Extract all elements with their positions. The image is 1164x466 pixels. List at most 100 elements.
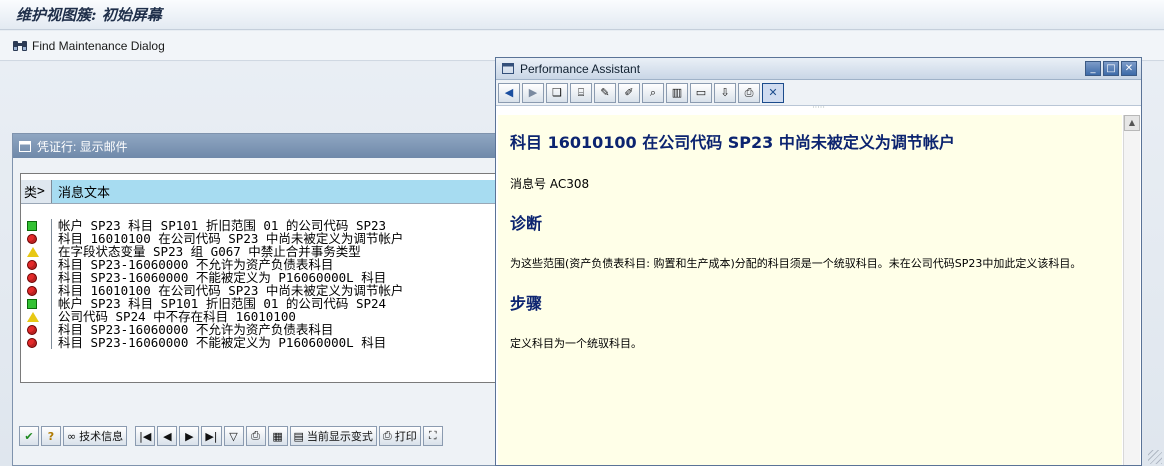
message-text: 科目 16010100 在公司代码 SP23 中尚未被定义为调节帐户: [58, 284, 404, 297]
table-of-contents-button[interactable]: ▥: [666, 82, 688, 103]
filter-icon: ▽: [229, 429, 238, 443]
window-controls: _ □ ✕: [1085, 61, 1137, 76]
message-text: 帐户 SP23 科目 SP101 折旧范围 01 的公司代码 SP24: [58, 297, 387, 310]
first-page-icon: |◀: [139, 429, 152, 443]
message-table-header: 类 > 消息文本: [21, 180, 499, 204]
window-menu-icon[interactable]: [502, 63, 514, 74]
exit-icon: ✕: [768, 86, 778, 99]
search-button[interactable]: ⌕: [642, 82, 664, 103]
find-maintenance-dialog-label: Find Maintenance Dialog: [32, 38, 165, 53]
table-row[interactable]: 科目 SP23-16060000 不允许为资产负债表科目: [21, 323, 499, 336]
next-page-button[interactable]: ▶: [179, 426, 200, 446]
help-content: 科目 16010100 在公司代码 SP23 中尚未被定义为调节帐户 消息号 A…: [498, 115, 1122, 465]
technical-info-button[interactable]: ∞ 技术信息: [63, 426, 128, 446]
layout-select-icon: ▤: [293, 429, 304, 443]
close-icon[interactable]: ✕: [1121, 61, 1137, 76]
column-header-type[interactable]: 类 >: [21, 180, 52, 203]
red-status-icon: [27, 285, 37, 296]
notes-button[interactable]: ✐: [618, 82, 640, 103]
window-title-bar: 维护视图簇: 初始屏幕: [0, 0, 1164, 30]
forward-button[interactable]: ▶: [522, 82, 544, 103]
print-preview-button[interactable]: ⎙: [245, 426, 266, 446]
previous-page-button[interactable]: ◀: [157, 426, 178, 446]
table-row[interactable]: 公司代码 SP24 中不存在科目 16010100: [21, 310, 499, 323]
technical-info-button[interactable]: ⌸: [570, 82, 592, 103]
procedure-heading: 步骤: [510, 294, 543, 313]
table-row[interactable]: 帐户 SP23 科目 SP101 折旧范围 01 的公司代码 SP23: [21, 219, 499, 232]
window-title: 维护视图簇: 初始屏幕: [16, 6, 162, 24]
resize-grip-icon[interactable]: [1148, 450, 1162, 464]
find-button[interactable]: ⛶: [422, 426, 443, 446]
printer-icon: ⎙: [251, 429, 260, 442]
vertical-scrollbar[interactable]: ▲: [1123, 115, 1140, 465]
performance-assistant-title: Performance Assistant: [520, 61, 641, 76]
binoculars-icon: [13, 40, 27, 51]
help-button[interactable]: ?: [41, 426, 61, 446]
message-log-toolbar: ✔ ? ∞ 技术信息 |◀ ◀ ▶ ▶| ▽ ⎙ ▦ ▤ 当前显示变式 ⎙ 打印…: [19, 425, 443, 447]
print-button[interactable]: ⎙ 打印: [378, 426, 421, 446]
notes-icon: ✐: [624, 86, 634, 99]
table-row[interactable]: 科目 16010100 在公司代码 SP23 中尚未被定义为调节帐户: [21, 232, 499, 245]
column-header-message[interactable]: 消息文本: [52, 180, 499, 203]
red-status-icon: [27, 259, 37, 270]
message-log-title-bar[interactable]: 凭证行: 显示邮件: [13, 134, 501, 158]
book-icon: ❑: [552, 86, 562, 99]
message-text: 帐户 SP23 科目 SP101 折旧范围 01 的公司代码 SP23: [58, 219, 387, 232]
table-row[interactable]: 帐户 SP23 科目 SP101 折旧范围 01 的公司代码 SP24: [21, 297, 499, 310]
filter-button[interactable]: ▽: [223, 426, 244, 446]
green-status-icon: [27, 220, 37, 231]
toolbar-grip[interactable]: ·····: [496, 104, 1141, 112]
last-page-button[interactable]: ▶|: [201, 426, 222, 446]
contents-icon: ▥: [671, 86, 683, 99]
current-layout-label: 当前显示变式: [306, 430, 373, 443]
message-text: 在字段状态变量 SP23 组 G067 中禁止合并事务类型: [58, 245, 361, 258]
display-settings-button[interactable]: ▭: [690, 82, 712, 103]
message-log-dialog: 凭证行: 显示邮件 类 > 消息文本 帐户 SP23 科目 SP101 折旧范围 …: [12, 133, 502, 466]
table-row[interactable]: 科目 SP23-16060000 不允许为资产负债表科目: [21, 258, 499, 271]
maximize-icon[interactable]: □: [1103, 61, 1119, 76]
glasses-icon: ∞: [67, 429, 77, 443]
window-menu-icon[interactable]: [19, 140, 31, 152]
binoculars-icon: ⌕: [649, 85, 657, 99]
current-layout-button[interactable]: ▤ 当前显示变式: [289, 426, 377, 446]
structure-icon: ⌸: [577, 85, 585, 99]
table-row[interactable]: 科目 SP23-16060000 不能被定义为 P16060000L 科目: [21, 271, 499, 284]
save-button[interactable]: ⇩: [714, 82, 736, 103]
last-page-icon: ▶|: [205, 429, 218, 443]
diagnosis-heading: 诊断: [510, 214, 543, 233]
table-row[interactable]: 在字段状态变量 SP23 组 G067 中禁止合并事务类型: [21, 245, 499, 258]
previous-page-icon: ◀: [163, 429, 172, 443]
message-heading: 科目 16010100 在公司代码 SP23 中尚未被定义为调节帐户: [510, 133, 955, 152]
monitor-icon: ▭: [695, 86, 707, 99]
performance-assistant-title-bar[interactable]: Performance Assistant _ □ ✕: [496, 58, 1141, 80]
glossary-button[interactable]: ❑: [546, 82, 568, 103]
print-label: 打印: [394, 430, 417, 443]
continue-button[interactable]: ✔: [19, 426, 39, 446]
table-row[interactable]: 科目 SP23-16060000 不能被定义为 P16060000L 科目: [21, 336, 499, 349]
first-page-button[interactable]: |◀: [135, 426, 156, 446]
print-icon: ⎙: [382, 429, 392, 442]
print-button[interactable]: ⎙: [738, 82, 760, 103]
red-status-icon: [27, 272, 37, 283]
scroll-up-icon[interactable]: ▲: [1124, 115, 1140, 131]
back-button[interactable]: ◀: [498, 82, 520, 103]
message-text: 科目 SP23-16060000 不允许为资产负债表科目: [58, 323, 334, 336]
pencil-icon: ✎: [600, 86, 610, 99]
table-row[interactable]: 科目 16010100 在公司代码 SP23 中尚未被定义为调节帐户: [21, 284, 499, 297]
change-layout-button[interactable]: ▦: [267, 426, 288, 446]
find-maintenance-dialog-button[interactable]: Find Maintenance Dialog: [12, 39, 165, 53]
print-icon: ⎙: [744, 85, 754, 99]
binoculars-icon: ⛶: [428, 429, 437, 442]
layout-icon: ▦: [272, 429, 283, 443]
message-number: 消息号 AC308: [510, 177, 590, 191]
edit-button[interactable]: ✎: [594, 82, 616, 103]
exit-button[interactable]: ✕: [762, 82, 784, 103]
message-text: 公司代码 SP24 中不存在科目 16010100: [58, 310, 296, 323]
minimize-icon[interactable]: _: [1085, 61, 1101, 76]
yellow-warning-icon: [27, 311, 39, 322]
message-text: 科目 16010100 在公司代码 SP23 中尚未被定义为调节帐户: [58, 232, 404, 245]
help-icon: ?: [47, 429, 55, 443]
message-text: 科目 SP23-16060000 不能被定义为 P16060000L 科目: [58, 336, 387, 349]
performance-assistant-window: Performance Assistant _ □ ✕ ◀ ▶ ❑ ⌸ ✎ ✐ …: [495, 57, 1142, 466]
next-page-icon: ▶: [185, 429, 194, 443]
